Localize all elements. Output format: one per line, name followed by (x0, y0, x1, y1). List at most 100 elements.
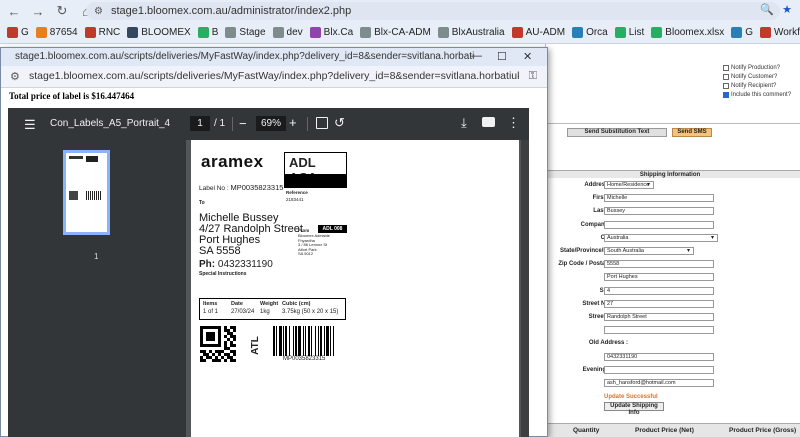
bookmark-item[interactable]: Bloomex.xlsx (651, 27, 724, 38)
popup-address-bar[interactable]: ⚙ stage1.bloomex.com.au/scripts/deliveri… (1, 66, 547, 88)
pdf-scrollbar[interactable] (521, 140, 529, 437)
bookmark-item[interactable]: 87654 (35, 27, 78, 38)
shipping-field-label-text: Old Address : (588, 340, 628, 347)
pdf-viewer: ☰ Con_Labels_A5_Portrait_4 1 / 1 − 69% +… (8, 108, 529, 437)
key-icon[interactable]: ⚿ (529, 70, 537, 83)
print-icon[interactable] (482, 117, 495, 127)
shipping-input[interactable]: 5558 (604, 260, 714, 269)
pdf-page: aramex ADL ACA Label No : MP0035823315 R… (191, 140, 519, 437)
notify-checkbox[interactable] (723, 65, 729, 71)
shipping-input[interactable] (604, 220, 714, 229)
zoom-in-icon[interactable]: + (289, 115, 297, 130)
shipping-field-row: Old Address : (535, 339, 800, 349)
shipping-input[interactable]: Michelle (604, 194, 714, 203)
download-icon[interactable]: ⤓ (461, 115, 467, 131)
bookmark-item[interactable]: Orca (572, 27, 608, 38)
bookmark-item[interactable]: B (197, 27, 218, 38)
search-icon[interactable]: 🔍 (760, 3, 774, 16)
shipping-input[interactable]: Bussey (604, 207, 714, 216)
rotate-icon[interactable]: ↺ (334, 115, 345, 131)
phone-value: 0432331190 (217, 259, 273, 270)
address-bar[interactable]: ⚙ stage1.bloomex.com.au/administrator/in… (86, 2, 780, 20)
popup-window: stage1.bloomex.com.au/scripts/deliveries… (0, 47, 548, 437)
shipping-select[interactable]: Australia (604, 233, 718, 242)
bookmark-item[interactable]: BLOOMEX (127, 27, 191, 38)
forward-icon[interactable]: → (28, 1, 48, 21)
notify-checkbox[interactable] (723, 83, 729, 89)
notify-option[interactable]: Notify Customer? (723, 74, 777, 80)
shipping-input[interactable]: 0432331190 (604, 352, 714, 361)
popup-titlebar[interactable]: stage1.bloomex.com.au/scripts/deliveries… (1, 48, 547, 66)
thumbnail-page-number: 1 (94, 252, 99, 261)
cubic-value: 3.75kg (50 x 20 x 15) (282, 309, 339, 315)
update-shipping-button[interactable]: Update Shipping Info (604, 402, 664, 416)
bookmark-label: BLOOMEX (141, 27, 191, 38)
bookmark-label: Blx.Ca (323, 27, 354, 38)
bookmark-icon (127, 27, 139, 38)
shipping-select[interactable]: South Australia (604, 247, 694, 255)
toolbar-divider (232, 117, 233, 131)
fit-page-icon[interactable] (316, 117, 328, 129)
recipient-phone: Ph: 0432331190 (199, 259, 273, 270)
shipping-input[interactable]: Port Hughes (604, 273, 714, 282)
page-thumbnail[interactable] (63, 150, 110, 235)
back-icon[interactable]: ← (4, 1, 24, 21)
sender-line: SA 5012 (298, 251, 314, 256)
to-label: To (199, 200, 205, 206)
maximize-icon[interactable]: ☐ (497, 50, 507, 63)
shipping-input[interactable]: 27 (604, 299, 714, 308)
close-icon[interactable]: ✕ (523, 50, 532, 63)
send-sms-button[interactable]: Send SMS (672, 128, 712, 137)
notify-option[interactable]: Include this comment? (723, 92, 791, 98)
notify-option[interactable]: Notify Production? (723, 65, 780, 71)
bookmark-label: G (745, 27, 753, 38)
from-code: ADL 008 (318, 225, 347, 233)
bookmark-label: List (628, 27, 645, 38)
bookmark-item[interactable]: G (731, 27, 753, 38)
bookmark-label: G (21, 27, 29, 38)
bookmark-item[interactable]: dev (272, 27, 303, 38)
site-info-icon[interactable]: ⚙ (10, 70, 20, 83)
notify-label: Notify Recipient? (731, 83, 777, 89)
notify-option[interactable]: Notify Recipient? (723, 83, 776, 89)
bookmark-item[interactable]: G (7, 27, 29, 38)
more-options-icon[interactable]: ⋮ (507, 115, 520, 131)
site-info-icon[interactable]: ⚙ (94, 6, 103, 17)
zoom-out-icon[interactable]: − (239, 116, 247, 131)
shipping-field-row: State/Province/Region*:South Australia▾ (535, 247, 800, 257)
pdf-doc-name: Con_Labels_A5_Portrait_4 (50, 118, 171, 129)
toolbar-divider (307, 117, 308, 131)
zoom-input[interactable]: 69% (256, 116, 286, 131)
shipping-input[interactable]: 4 (604, 286, 714, 295)
bookmark-item[interactable]: RNC (84, 27, 120, 38)
send-substitution-button[interactable]: Send Substitution Text (567, 128, 667, 137)
bookmark-item[interactable]: Workflow (759, 27, 800, 38)
shipping-input[interactable] (604, 365, 714, 374)
bookmark-icon (572, 27, 584, 38)
shipping-input[interactable]: Randolph Street (604, 313, 714, 321)
bookmark-star-icon[interactable]: ★ (782, 3, 792, 16)
bookmark-item[interactable]: BlxAustralia (437, 27, 505, 38)
shipping-field-row: Phone*:0432331190 (535, 352, 800, 363)
bookmark-item[interactable]: Blx.Ca (309, 27, 354, 38)
shipping-field-row: Street Name*:Randolph Street (535, 313, 800, 323)
bookmark-item[interactable]: List (614, 27, 645, 38)
bookmark-label: 87654 (49, 27, 78, 38)
bookmark-icon (7, 27, 18, 38)
shipping-input[interactable] (604, 326, 714, 335)
bookmark-item[interactable]: Stage (225, 27, 266, 38)
reload-icon[interactable]: ↻ (52, 1, 72, 21)
bookmark-item[interactable]: AU-ADM (511, 27, 565, 38)
shipping-field-row: District: (535, 326, 800, 336)
notify-checkbox[interactable] (723, 92, 729, 98)
browser-toolbar: ← → ↻ ⌂ ⚙ stage1.bloomex.com.au/administ… (0, 0, 800, 22)
notify-checkbox[interactable] (723, 74, 729, 80)
minimize-icon[interactable]: — (471, 50, 482, 62)
address-bar-text: stage1.bloomex.com.au/administrator/inde… (110, 5, 352, 17)
shipping-field-row: Last Name*:Bussey (535, 207, 800, 217)
page-number-input[interactable]: 1 (190, 116, 210, 131)
shipping-input[interactable]: ash_hansford@hotmail.com (604, 379, 714, 387)
menu-icon[interactable]: ☰ (24, 117, 36, 133)
barcode (273, 326, 334, 356)
bookmark-item[interactable]: Blx-CA-ADM (360, 27, 431, 38)
